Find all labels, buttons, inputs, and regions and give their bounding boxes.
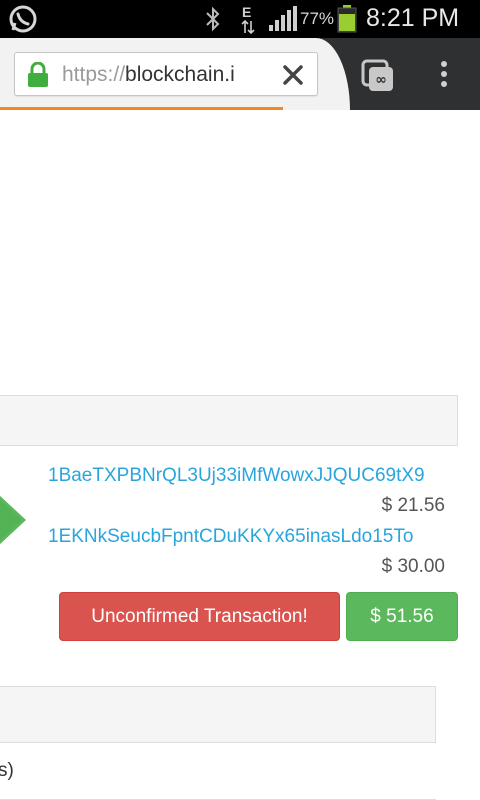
- output-address-link[interactable]: 1BaeTXPBNrQL3Uj33iMfWowxJJQUC69tX9: [48, 465, 425, 487]
- battery-icon: [337, 5, 357, 33]
- status-bar: E 77% 8:21 PM: [0, 0, 480, 38]
- network-type-label: E: [242, 4, 252, 20]
- close-icon[interactable]: [277, 59, 309, 91]
- transaction-header: [0, 395, 458, 446]
- output-amount: $ 30.00: [381, 556, 445, 577]
- output-amount: $ 21.56: [381, 495, 445, 516]
- unconfirmed-transaction-button[interactable]: Unconfirmed Transaction!: [59, 592, 340, 641]
- second-table-header: [0, 686, 436, 743]
- browser-toolbar: https://blockchain.i ∞: [0, 38, 480, 110]
- arrow-right-icon: [0, 495, 26, 545]
- svg-text:∞: ∞: [375, 72, 387, 88]
- tab-switcher-icon[interactable]: ∞: [360, 58, 396, 94]
- omnibox[interactable]: https://blockchain.i: [14, 52, 318, 96]
- page-content: 1BaeTXPBNrQL3Uj33iMfWowxJJQUC69tX9 $ 21.…: [0, 110, 480, 800]
- network-type-indicator: E: [240, 4, 256, 34]
- lock-icon: [28, 62, 48, 87]
- signal-icon: [269, 6, 297, 31]
- clock: 8:21 PM: [366, 4, 460, 32]
- bluetooth-icon: [206, 6, 220, 32]
- url-scheme: https://: [62, 63, 126, 86]
- url-host: blockchain.i: [125, 63, 235, 86]
- whatsapp-icon: [9, 5, 37, 33]
- overflow-menu-icon[interactable]: [432, 56, 456, 92]
- battery-percent: 77%: [300, 9, 335, 28]
- total-amount-button[interactable]: $ 51.56: [346, 592, 458, 641]
- table-cell: s): [0, 760, 14, 781]
- url-text[interactable]: https://blockchain.i: [62, 63, 274, 89]
- table-row: s): [0, 743, 436, 800]
- output-address-link[interactable]: 1EKNkSeucbFpntCDuKKYx65inasLdo15To: [48, 526, 413, 548]
- data-transfer-icon: [241, 20, 255, 34]
